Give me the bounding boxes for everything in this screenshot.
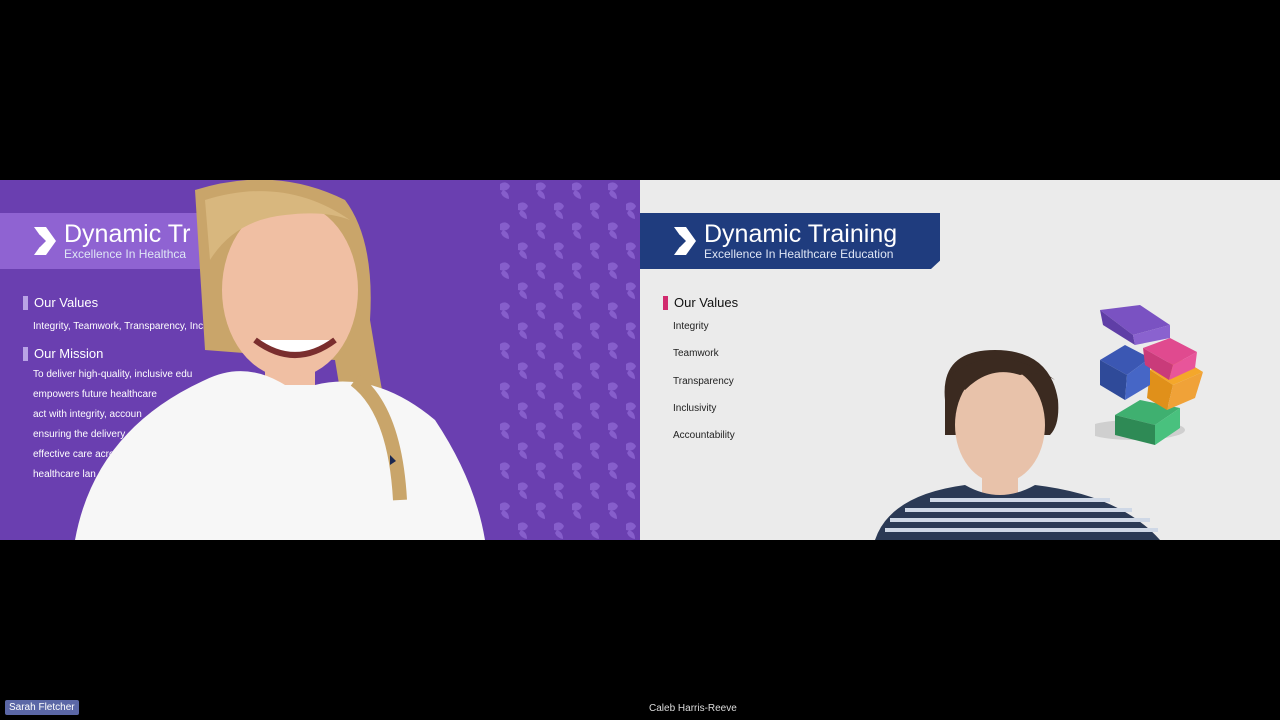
petal-shape (608, 382, 618, 399)
petal-shape (608, 422, 618, 439)
petal-shape (500, 182, 510, 199)
petal-shape (626, 202, 636, 219)
petal-shape (554, 322, 564, 339)
petal-shape (626, 322, 636, 339)
petal-shape (518, 242, 528, 259)
petal-shape (536, 422, 546, 439)
value-item: Transparency (673, 376, 734, 387)
petal-shape (536, 502, 546, 519)
participant-tile-caleb[interactable]: Dynamic Training Excellence In Healthcar… (640, 180, 1280, 540)
petal-pattern-background (500, 182, 636, 539)
petal-shape (518, 362, 528, 379)
petal-shape (590, 242, 600, 259)
petal-shape (608, 222, 618, 239)
petal-shape (554, 362, 564, 379)
petal-shape (626, 442, 636, 459)
petal-shape (590, 282, 600, 299)
petal-shape (500, 382, 510, 399)
chevron-logo-icon (672, 227, 696, 255)
petal-shape (536, 462, 546, 479)
petal-shape (590, 362, 600, 379)
heading-bar (23, 295, 28, 310)
petal-shape (572, 422, 582, 439)
participant-name-label: Caleb Harris-Reeve (649, 703, 737, 714)
petal-shape (626, 282, 636, 299)
heading-bar (663, 295, 668, 310)
petal-shape (572, 182, 582, 199)
petal-shape (626, 362, 636, 379)
petal-shape (554, 442, 564, 459)
participant-name-label: Sarah Fletcher (5, 700, 79, 715)
petal-shape (536, 222, 546, 239)
petal-shape (500, 262, 510, 279)
petal-shape (590, 442, 600, 459)
petal-shape (500, 302, 510, 319)
petal-shape (554, 282, 564, 299)
petal-shape (626, 482, 636, 499)
petal-shape (608, 342, 618, 359)
petal-shape (518, 202, 528, 219)
petal-shape (500, 502, 510, 519)
participant-video-sarah (75, 180, 485, 540)
petal-shape (518, 402, 528, 419)
petal-shape (518, 442, 528, 459)
petal-shape (554, 202, 564, 219)
petal-shape (500, 462, 510, 479)
value-item: Inclusivity (673, 403, 717, 414)
petal-shape (536, 302, 546, 319)
participant-tile-sarah[interactable]: Dynamic Tr Excellence In Healthca Our Va… (0, 180, 640, 540)
petal-shape (554, 482, 564, 499)
petal-shape (500, 222, 510, 239)
petal-shape (536, 262, 546, 279)
value-item: Teamwork (673, 348, 719, 359)
petal-shape (572, 502, 582, 519)
petal-shape (608, 182, 618, 199)
petal-shape (536, 182, 546, 199)
petal-shape (518, 282, 528, 299)
petal-shape (608, 302, 618, 319)
petal-shape (554, 242, 564, 259)
values-title: Our Values (674, 295, 739, 310)
brand-tagline: Excellence In Healthcare Education (704, 246, 894, 261)
petal-shape (590, 522, 600, 539)
petal-shape (572, 302, 582, 319)
petal-shape (572, 262, 582, 279)
petal-shape (572, 222, 582, 239)
petal-shape (608, 502, 618, 519)
petal-shape (518, 322, 528, 339)
petal-shape (626, 522, 636, 539)
petal-shape (536, 342, 546, 359)
values-heading: Our Values (663, 295, 738, 310)
petal-shape (518, 522, 528, 539)
petal-shape (626, 242, 636, 259)
brand-name: Dynamic Training (704, 219, 898, 248)
petal-shape (590, 202, 600, 219)
participant-video-caleb (875, 350, 1160, 540)
petal-shape (500, 342, 510, 359)
petal-shape (626, 402, 636, 419)
heading-bar (23, 346, 28, 361)
petal-shape (590, 482, 600, 499)
petal-shape (500, 422, 510, 439)
petal-shape (572, 382, 582, 399)
petal-shape (608, 462, 618, 479)
value-item: Accountability (673, 430, 735, 441)
petal-shape (572, 462, 582, 479)
brand-banner: Dynamic Training Excellence In Healthcar… (640, 213, 940, 269)
petal-shape (608, 262, 618, 279)
petal-shape (518, 482, 528, 499)
petal-shape (554, 522, 564, 539)
petal-shape (554, 402, 564, 419)
petal-shape (572, 342, 582, 359)
value-item: Integrity (673, 321, 709, 332)
petal-shape (536, 382, 546, 399)
petal-shape (590, 322, 600, 339)
petal-shape (590, 402, 600, 419)
